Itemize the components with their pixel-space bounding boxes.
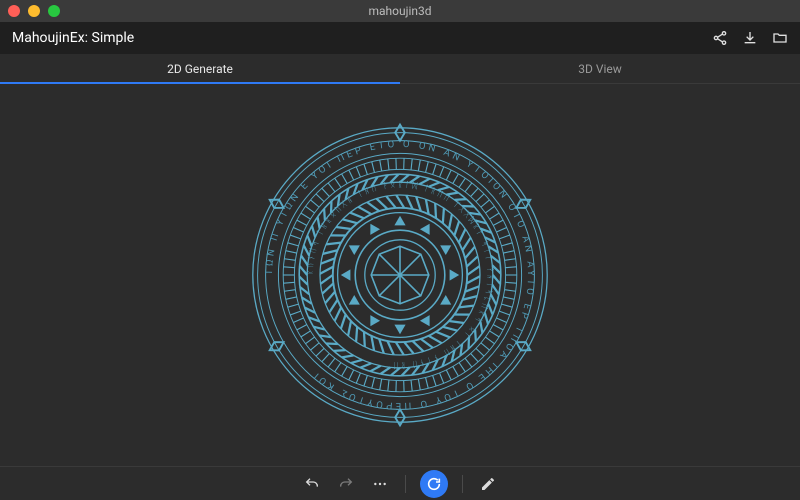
magic-circle-canvas[interactable]: ΤΩΝ Π ΥΤΩΝ Ε ΥΟΙ ΠΕΡ ΕΤΟ Ο ΟΝ ΑΝ ΥΤΟΙΟΝ … <box>240 115 560 435</box>
header-actions <box>712 30 788 46</box>
folder-icon[interactable] <box>772 30 788 46</box>
toolbar-separator <box>405 475 406 493</box>
header: MahoujinEx: Simple <box>0 22 800 54</box>
tab-label: 2D Generate <box>167 62 233 76</box>
bottom-toolbar <box>0 466 800 500</box>
tab-label: 3D View <box>578 62 622 76</box>
redo-button[interactable] <box>335 473 357 495</box>
titlebar: mahoujin3d <box>0 0 800 22</box>
magic-circle-svg: ΤΩΝ Π ΥΤΩΝ Ε ΥΟΙ ΠΕΡ ΕΤΟ Ο ΟΝ ΑΝ ΥΤΟΙΟΝ … <box>240 115 560 435</box>
share-icon[interactable] <box>712 30 728 46</box>
edit-button[interactable] <box>477 473 499 495</box>
tabs: 2D Generate 3D View <box>0 54 800 84</box>
window-title: mahoujin3d <box>0 4 800 18</box>
more-button[interactable] <box>369 473 391 495</box>
tab-2d-generate[interactable]: 2D Generate <box>0 54 400 84</box>
page-title: MahoujinEx: Simple <box>12 30 134 46</box>
tab-3d-view[interactable]: 3D View <box>400 54 800 84</box>
download-icon[interactable] <box>742 30 758 46</box>
toolbar-separator <box>462 475 463 493</box>
regenerate-button[interactable] <box>420 470 448 498</box>
canvas-area: ΤΩΝ Π ΥΤΩΝ Ε ΥΟΙ ΠΕΡ ΕΤΟ Ο ΟΝ ΑΝ ΥΤΟΙΟΝ … <box>0 84 800 466</box>
undo-button[interactable] <box>301 473 323 495</box>
